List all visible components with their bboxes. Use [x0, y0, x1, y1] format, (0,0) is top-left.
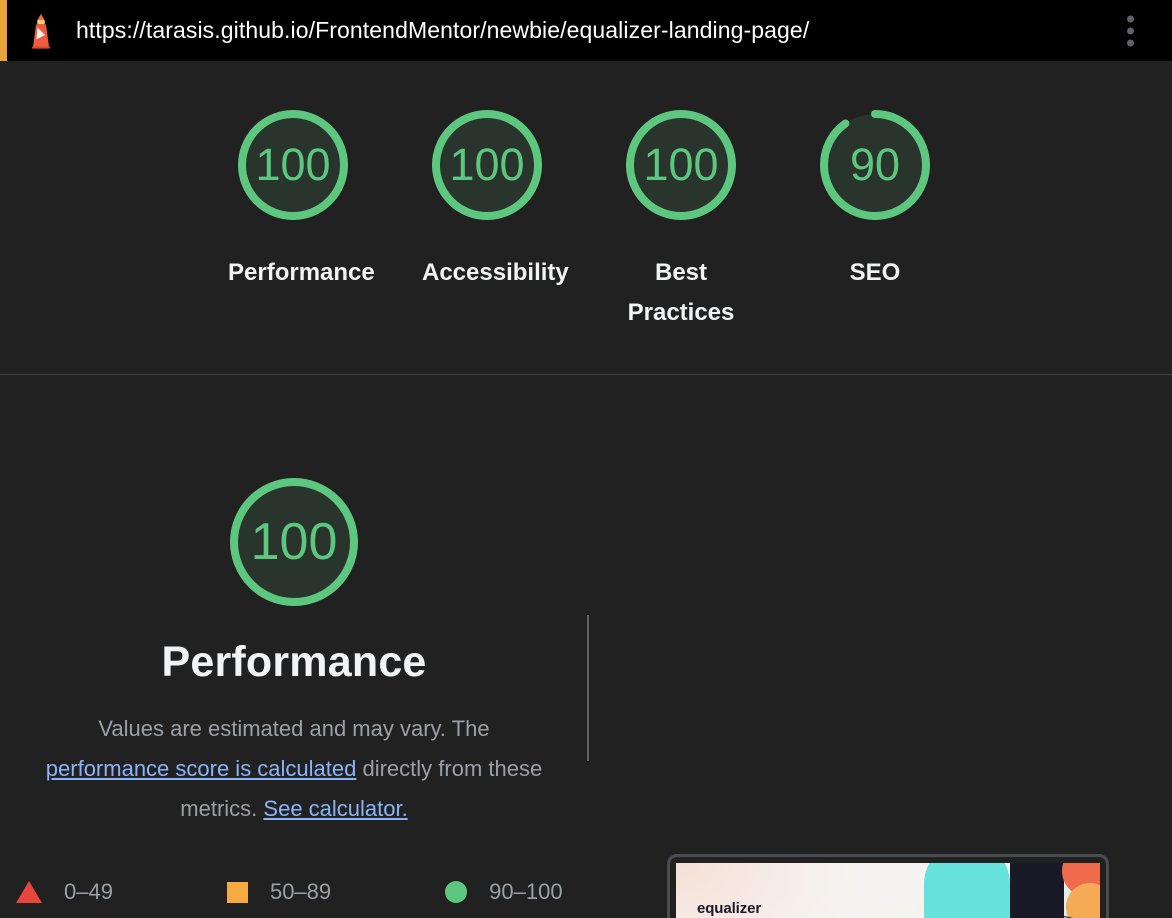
legend-range-pass: 90–100	[489, 879, 563, 904]
thumbnail-content: equalizer We make your music sound extra…	[676, 863, 1100, 918]
thumbnail-brand: equalizer	[697, 900, 762, 917]
legend-range-fail: 0–49	[64, 879, 113, 904]
gauge-ring-accessibility: 100	[423, 101, 551, 229]
gauge-ring-performance: 100	[229, 101, 357, 229]
performance-description: Values are estimated and may vary. The p…	[44, 709, 544, 829]
page-url: https://tarasis.github.io/FrontendMentor…	[76, 17, 810, 43]
performance-large-gauge: 100	[220, 468, 368, 616]
lighthouse-icon	[24, 12, 58, 50]
description-text-1: Values are estimated and may vary. The	[98, 716, 490, 741]
gauge-value-best-practices: 100	[643, 139, 719, 190]
legend-item-pass: 90–100	[445, 879, 563, 905]
decorative-teal-shape	[924, 863, 1010, 918]
performance-large-gauge-value: 100	[250, 513, 338, 571]
square-icon	[226, 881, 248, 903]
page-title: Performance	[161, 638, 427, 686]
performance-detail-section: 100 Performance Values are estimated and…	[0, 376, 1172, 918]
gauge-ring-best-practices: 100	[617, 101, 745, 229]
legend-range-average: 50–89	[269, 879, 332, 904]
kebab-menu-icon[interactable]	[1126, 15, 1134, 46]
see-calculator-link[interactable]: See calculator.	[263, 796, 407, 821]
score-gauge-performance[interactable]: 100 Performance	[196, 101, 390, 332]
scores-section: 100 Performance 100 Accessibility 100 Be…	[0, 61, 1172, 375]
performance-score-calculated-link[interactable]: performance score is calculated	[46, 756, 357, 781]
gauge-value-performance: 100	[255, 139, 331, 190]
gauge-label-accessibility: Accessibility	[422, 259, 569, 286]
gauge-value-seo: 90	[849, 139, 901, 190]
url-header-bar: https://tarasis.github.io/FrontendMentor…	[0, 0, 1172, 61]
score-legend: 0–49 50–89 90–100	[16, 879, 563, 905]
gauge-label-performance: Performance	[228, 259, 375, 286]
legend-item-average: 50–89	[226, 879, 332, 905]
gauge-label-best-practices: Best Practices	[627, 259, 735, 326]
vertical-divider	[587, 615, 589, 761]
gauge-value-accessibility: 100	[449, 139, 525, 190]
score-gauge-best-practices[interactable]: 100 Best Practices	[584, 101, 778, 332]
score-gauge-accessibility[interactable]: 100 Accessibility	[390, 101, 584, 332]
circle-icon	[445, 881, 468, 903]
gauge-ring-seo: 90	[811, 101, 939, 229]
lighthouse-report-page: https://tarasis.github.io/FrontendMentor…	[0, 0, 1172, 918]
header-accent-stripe	[0, 0, 7, 61]
triangle-icon	[16, 881, 42, 903]
legend-item-fail: 0–49	[16, 879, 113, 905]
score-gauge-seo[interactable]: 90 SEO	[778, 101, 972, 332]
scores-row: 100 Performance 100 Accessibility 100 Be…	[0, 101, 1172, 332]
page-screenshot-thumbnail[interactable]: equalizer We make your music sound extra…	[667, 854, 1109, 918]
performance-summary: 100 Performance Values are estimated and…	[0, 468, 588, 829]
decorative-navy-pill	[1010, 863, 1064, 918]
gauge-label-seo: SEO	[849, 259, 901, 286]
